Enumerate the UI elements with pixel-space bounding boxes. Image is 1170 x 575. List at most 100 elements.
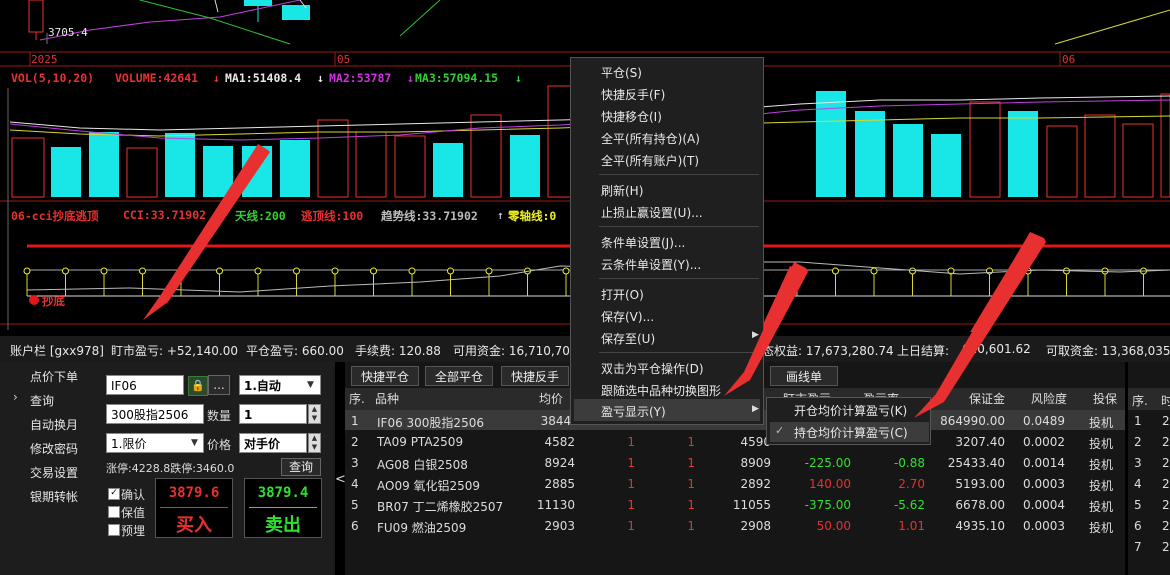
sell-button[interactable]: 3879.4 卖出 bbox=[244, 478, 322, 538]
ctx-quick-reverse[interactable]: 快捷反手(F) bbox=[601, 86, 665, 103]
right-row-index[interactable]: 4 bbox=[1134, 477, 1142, 491]
confirm-checkbox[interactable]: ✓ bbox=[108, 488, 120, 500]
ctx-open[interactable]: 打开(O) bbox=[601, 286, 644, 303]
header-avg-price[interactable]: 均价 bbox=[539, 388, 564, 410]
cell-rate: 1.01 bbox=[898, 519, 925, 533]
cell-avg: 2885 bbox=[544, 477, 575, 491]
ctx-close-position[interactable]: 平仓(S) bbox=[601, 64, 642, 81]
qty-stepper[interactable]: ▲ ▼ bbox=[308, 404, 321, 424]
header-hedge-type[interactable]: 投保 bbox=[1093, 388, 1118, 410]
contract-input[interactable]: IF06 bbox=[106, 375, 184, 395]
buy-button[interactable]: 3879.6 买入 bbox=[155, 478, 233, 538]
cell-no: 6 bbox=[351, 519, 359, 533]
table-row[interactable]: 5 BR07 丁二烯橡胶2507 11130 1 1 11055 -375.00 -5.62 6… bbox=[345, 496, 1125, 516]
ctx-save-to[interactable]: 保存至(U) bbox=[601, 330, 655, 347]
right-row-index[interactable]: 5 bbox=[1134, 498, 1142, 512]
ctx-conditional-order[interactable]: 条件单设置(J)... bbox=[601, 234, 685, 251]
cell-no: 4 bbox=[351, 477, 359, 491]
right-row-index[interactable]: 7 bbox=[1134, 540, 1142, 554]
right-row-index[interactable]: 3 bbox=[1134, 456, 1142, 470]
bottom-marker-dot bbox=[29, 295, 39, 305]
draw-line-order-button[interactable]: 画线单 bbox=[770, 366, 838, 386]
cell-type: 投机 bbox=[1089, 500, 1114, 514]
menu-bank-transfer[interactable]: 银期转帐 bbox=[30, 488, 78, 505]
right-row-index[interactable]: 1 bbox=[1134, 414, 1142, 428]
hedge-checkbox[interactable] bbox=[108, 506, 120, 518]
context-menu: 平仓(S) 快捷反手(F) 快捷移仓(I) 全平(所有持仓)(A) 全平(所有账… bbox=[570, 57, 764, 425]
down-arrow-icon: ↓ bbox=[317, 71, 324, 85]
ctx-refresh[interactable]: 刷新(H) bbox=[601, 182, 643, 199]
sell-label: 卖出 bbox=[265, 515, 301, 536]
price-input[interactable]: 对手价 bbox=[239, 433, 307, 453]
volume-bar bbox=[394, 135, 426, 198]
cell-last: 2892 bbox=[740, 477, 771, 491]
quick-reverse-button[interactable]: 快捷反手 bbox=[501, 366, 569, 386]
cell-margin: 25433.40 bbox=[947, 456, 1005, 470]
ctx-cloud-conditional-order[interactable]: 云条件单设置(Y)... bbox=[601, 256, 701, 273]
cci-dot bbox=[139, 267, 146, 275]
collapse-panel-button[interactable]: < bbox=[335, 472, 346, 492]
menu-change-password[interactable]: 修改密码 bbox=[30, 440, 78, 457]
available-funds: 可用资金: 16,710,703 bbox=[453, 344, 578, 358]
ctx-save[interactable]: 保存(V)... bbox=[601, 308, 654, 325]
ctx-follow-selection[interactable]: 跟随选中品种切换图形 bbox=[601, 382, 721, 399]
volume-bar bbox=[203, 146, 233, 197]
header-risk[interactable]: 风险度 bbox=[1031, 388, 1068, 410]
vol-legend-ma2: MA2:53787 bbox=[329, 71, 392, 85]
ctx-pnl-display[interactable]: 盈亏显示(Y) bbox=[601, 403, 666, 420]
price-type-select[interactable]: 1.限价 bbox=[106, 433, 204, 453]
ctx-close-all-positions[interactable]: 全平(所有持仓)(A) bbox=[601, 130, 700, 147]
menu-auto-roll[interactable]: 自动换月 bbox=[30, 416, 78, 433]
cell-margin: 864990.00 bbox=[940, 414, 1005, 428]
cci-dot bbox=[216, 267, 223, 275]
chevron-right-icon: ▶ bbox=[752, 330, 759, 340]
table-row[interactable]: 4 AO09 氧化铝2509 2885 1 1 2892 140.00 2.70 5193.00… bbox=[345, 475, 1125, 495]
volume-bar bbox=[89, 132, 119, 197]
table-row[interactable]: 3 AG08 白银2508 8924 1 1 8909 -225.00 -0.88 25433.… bbox=[345, 454, 1125, 474]
ctx-stop-loss-settings[interactable]: 止损止赢设置(U)... bbox=[601, 204, 703, 221]
right-row-time: 2 bbox=[1162, 498, 1170, 512]
cell-last: 2908 bbox=[740, 519, 771, 533]
cci-dot bbox=[408, 267, 416, 275]
cell-avg: 4582 bbox=[544, 435, 575, 449]
submenu-open-avg-pnl[interactable]: 开仓均价计算盈亏(K) bbox=[794, 402, 907, 419]
header-instrument[interactable]: 品种 bbox=[375, 388, 400, 410]
ctx-quick-shift[interactable]: 快捷移仓(I) bbox=[601, 108, 662, 125]
right-row-index[interactable]: 2 bbox=[1134, 435, 1142, 449]
header-margin[interactable]: 保证金 bbox=[969, 388, 1006, 410]
cell-margin: 5193.00 bbox=[955, 477, 1005, 491]
contract-name-field[interactable]: 300股指2506 bbox=[106, 404, 204, 424]
volume-bar bbox=[969, 101, 1001, 198]
query-button[interactable]: 查询 bbox=[281, 458, 321, 476]
price-stepper[interactable]: ▲ ▼ bbox=[308, 433, 321, 453]
ctx-close-all-accounts[interactable]: 全平(所有账户)(T) bbox=[601, 152, 699, 169]
cell-no: 3 bbox=[351, 456, 359, 470]
cci-dot bbox=[62, 267, 69, 275]
order-panel: IF06 🔒 ... 1.自动 ▼ 300股指2506 数量 1 ▲ ▼ 1.限价… bbox=[100, 362, 335, 575]
table-row[interactable]: 6 FU09 燃油2509 2903 1 1 2908 50.00 1.01 4935.10 0.… bbox=[345, 517, 1125, 537]
menu-point-order[interactable]: 点价下单 bbox=[30, 368, 78, 385]
cell-name: IF06 300股指2506 bbox=[377, 416, 484, 430]
lock-icon[interactable]: 🔒 bbox=[188, 376, 208, 396]
close-all-button[interactable]: 全部平仓 bbox=[425, 366, 493, 386]
cell-name: AG08 白银2508 bbox=[377, 458, 468, 472]
cell-no: 1 bbox=[351, 414, 359, 428]
chevron-down-icon: ▼ bbox=[307, 380, 314, 390]
menu-trade-settings[interactable]: 交易设置 bbox=[30, 464, 78, 481]
right-header-time[interactable]: 时 bbox=[1161, 392, 1170, 409]
preorder-checkbox[interactable] bbox=[108, 524, 120, 536]
table-row[interactable]: 2 TA09 PTA2509 4582 1 1 4590 3207.40 0.0002 投机 bbox=[345, 433, 1125, 453]
date-label-2025: 2025 bbox=[31, 53, 58, 66]
header-index[interactable]: 序. bbox=[349, 388, 365, 410]
quick-close-button[interactable]: 快捷平仓 bbox=[351, 366, 419, 386]
volume-bar bbox=[126, 147, 158, 198]
cci-dot bbox=[832, 267, 839, 275]
submenu-hold-avg-pnl[interactable]: 持仓均价计算盈亏(C) bbox=[794, 424, 908, 441]
more-button[interactable]: ... bbox=[208, 375, 230, 395]
right-header-index[interactable]: 序. bbox=[1132, 392, 1148, 409]
ctx-double-click-close[interactable]: 双击为平仓操作(D) bbox=[601, 360, 704, 377]
account-name[interactable]: 账户栏 [gxx978] bbox=[10, 342, 104, 359]
menu-query[interactable]: 查询 bbox=[30, 392, 54, 409]
qty-input[interactable]: 1 bbox=[239, 404, 307, 424]
right-row-index[interactable]: 6 bbox=[1134, 519, 1142, 533]
